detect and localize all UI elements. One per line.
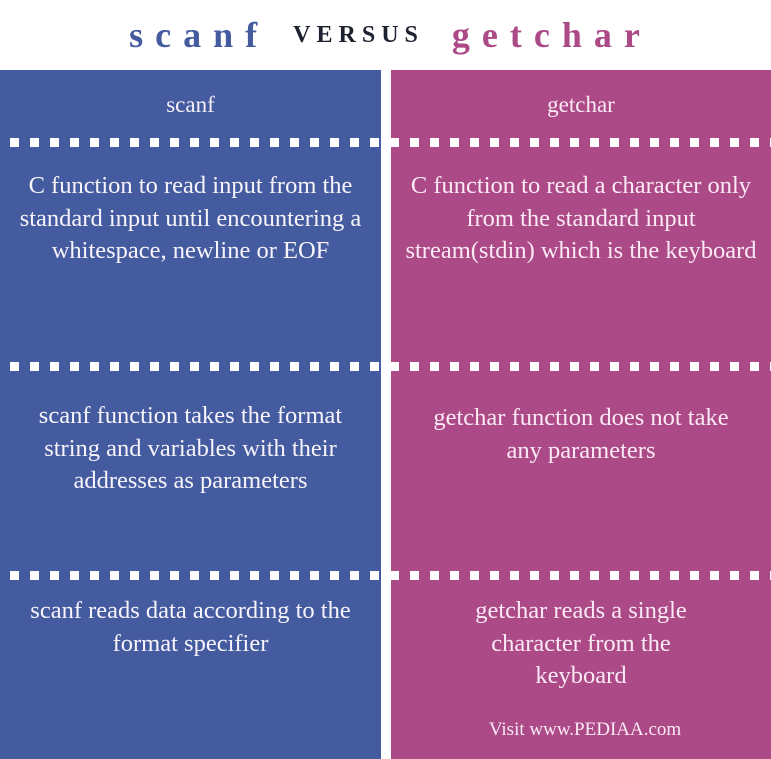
- dotted-divider: [0, 138, 771, 147]
- getchar-row-parameters: getchar function does not take any param…: [433, 404, 729, 464]
- scanf-row-parameters: scanf function takes the format string a…: [38, 402, 343, 495]
- title-left-term: scanf: [129, 15, 270, 55]
- scanf-row-definition: C function to read input from the standa…: [19, 172, 362, 265]
- getchar-column: getchar C function to read a character o…: [391, 70, 771, 759]
- getchar-row-reading: getchar reads a single character from th…: [475, 597, 687, 690]
- column-header-getchar: getchar: [547, 92, 615, 117]
- column-header-scanf: scanf: [166, 92, 215, 117]
- scanf-row-reading: scanf reads data according to the format…: [30, 597, 351, 657]
- getchar-row-definition: C function to read a character only from…: [405, 172, 757, 265]
- footer-credit: Visit www.PEDIAA.com: [488, 719, 682, 740]
- title-right-term: getchar: [451, 15, 652, 55]
- title-bar: scanf VERSUS getchar: [0, 0, 771, 70]
- dotted-divider: [0, 571, 771, 580]
- title-versus: VERSUS: [293, 21, 424, 48]
- dotted-divider: [0, 362, 771, 371]
- scanf-column: scanf C function to read input from the …: [0, 70, 381, 759]
